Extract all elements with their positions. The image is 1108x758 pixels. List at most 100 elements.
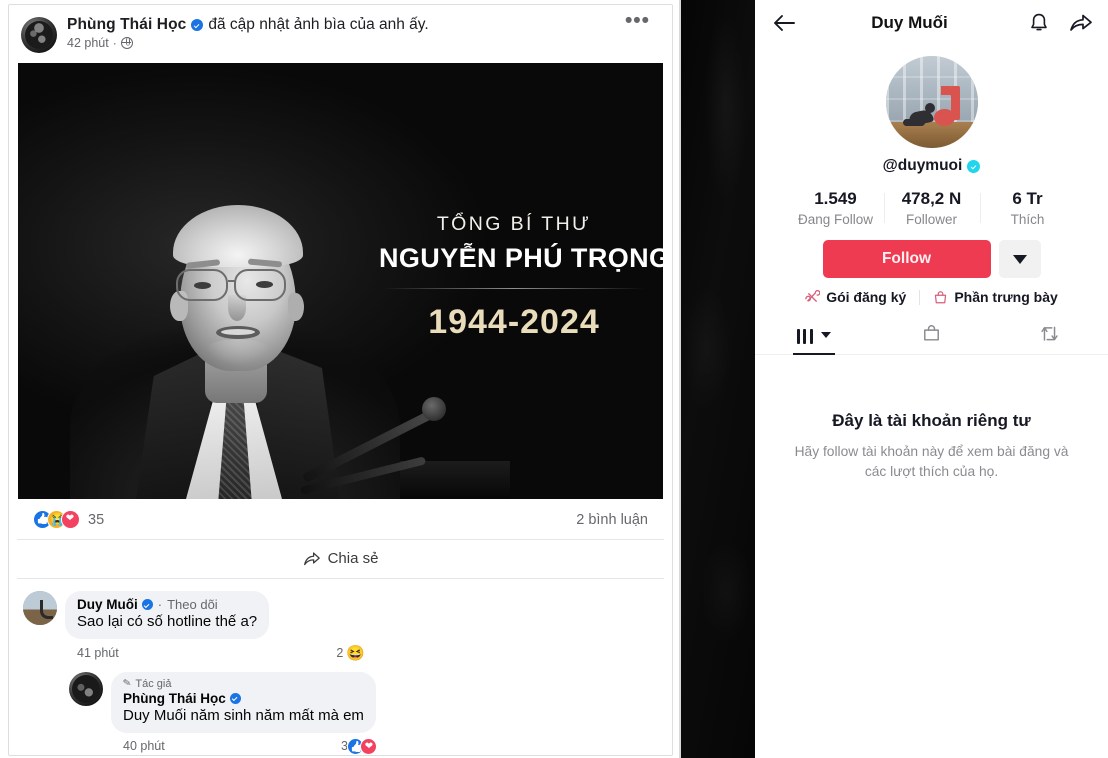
comment-author-line: Duy Muối · Theo dõi — [77, 597, 257, 612]
background-gap-strip — [681, 0, 755, 758]
stat-followers[interactable]: 478,2 N Follower — [883, 189, 980, 227]
memorial-name-line: NGUYỄN PHÚ TRỌNG — [379, 243, 663, 273]
post-more-options-icon[interactable]: ••• — [625, 10, 660, 31]
subscription-link[interactable]: Gói đăng ký — [805, 289, 906, 305]
tiktok-logo-icon — [933, 86, 964, 126]
stat-likes[interactable]: 6 Tr Thích — [979, 189, 1076, 227]
reply-body: ✎ Tác giả Phùng Thái Học Duy Muối năm si… — [111, 671, 377, 755]
portrait-hair — [173, 205, 303, 267]
love-reaction-icon — [360, 737, 377, 755]
reply-author-line: Phùng Thái Học — [123, 691, 364, 706]
comment-text: Sao lại có số hotline thế a? — [77, 613, 258, 630]
post-header: Phùng Thái Học đã cập nhật ảnh bìa của a… — [9, 5, 672, 61]
comment-author-name[interactable]: Duy Muối — [77, 597, 138, 612]
facebook-post-panel: Phùng Thái Học đã cập nhật ảnh bìa của a… — [0, 0, 681, 758]
subscription-icon — [805, 289, 821, 305]
memorial-text-block: TỔNG BÍ THƯ NGUYỄN PHÚ TRỌNG 1944-2024 — [379, 213, 663, 342]
portrait-nose — [228, 295, 246, 321]
share-arrow-icon — [303, 551, 320, 567]
stat-label: Đang Follow — [797, 212, 874, 227]
reply-author-avatar[interactable] — [69, 671, 103, 706]
profile-avatar[interactable] — [885, 56, 978, 148]
profile-actions: Follow — [755, 240, 1108, 278]
share-label: Chia sẻ — [327, 550, 379, 567]
tab-shop[interactable] — [873, 318, 991, 354]
pencil-icon: ✎ — [122, 677, 133, 690]
comments-section: Duy Muối · Theo dõi Sao lại có số hotlin… — [9, 579, 672, 755]
reply-timestamp[interactable]: 40 phút — [123, 739, 165, 753]
reply-author-name[interactable]: Phùng Thái Học — [123, 691, 226, 706]
author-tag: ✎ Tác giả — [122, 677, 364, 690]
verified-badge-icon — [191, 19, 204, 31]
follow-button[interactable]: Follow — [822, 240, 991, 278]
memorial-title-line: TỔNG BÍ THƯ — [436, 213, 592, 235]
portrait-eye-left — [194, 282, 211, 289]
reply-footer: 40 phút 3 — [111, 737, 377, 755]
profile-stats: 1.549 Đang Follow 478,2 N Follower 6 Tr … — [755, 189, 1108, 227]
showcase-link[interactable]: Phần trưng bày — [933, 289, 1058, 305]
verified-badge-icon — [141, 599, 153, 610]
avatar-person — [902, 92, 937, 127]
comment-timestamp[interactable]: 41 phút — [77, 646, 119, 660]
private-account-message: Đây là tài khoản riêng tư Hãy follow tài… — [755, 411, 1108, 482]
reply-reactions[interactable]: 3 — [341, 737, 377, 755]
chevron-down-icon — [821, 331, 832, 338]
stat-value: 1.549 — [814, 189, 857, 208]
more-options-dropdown-button[interactable] — [998, 240, 1041, 278]
stat-following[interactable]: 1.549 Đang Follow — [788, 189, 884, 227]
reactions-row: 35 2 bình luận — [17, 499, 664, 540]
showcase-bag-icon — [933, 290, 948, 305]
facebook-post-card: Phùng Thái Học đã cập nhật ảnh bìa của a… — [8, 4, 673, 756]
portrait-chin — [204, 339, 272, 365]
post-author-name[interactable]: Phùng Thái Học — [67, 16, 186, 34]
stat-value: 6 Tr — [1012, 189, 1043, 208]
comment-author-avatar[interactable] — [23, 591, 57, 625]
memorial-divider — [383, 288, 645, 289]
reply-text: Duy Muối năm sinh năm mất mà em — [123, 706, 364, 724]
portrait-mouth — [216, 326, 260, 339]
share-arrow-icon[interactable] — [1068, 10, 1094, 36]
stat-label: Thích — [1010, 212, 1045, 227]
tiktok-header: Duy Muối — [755, 0, 1108, 46]
author-tag-label: Tác giả — [135, 677, 172, 690]
verified-badge-icon — [229, 692, 241, 704]
reply-bubble: ✎ Tác giả Phùng Thái Học Duy Muối năm si… — [111, 671, 376, 733]
globe-icon — [120, 37, 133, 49]
profile-title: Duy Muối — [871, 13, 948, 32]
screenshot-root: Phùng Thái Học đã cập nhật ảnh bìa của a… — [0, 0, 1108, 758]
profile-tabs — [755, 318, 1108, 355]
bell-icon[interactable] — [1026, 10, 1052, 36]
share-button[interactable]: Chia sẻ — [17, 540, 664, 579]
post-meta-line: 42 phút · — [67, 36, 429, 50]
post-timestamp[interactable]: 42 phút — [67, 36, 109, 50]
comment-body: Duy Muối · Theo dõi Sao lại có số hotlin… — [65, 591, 365, 670]
haha-reaction-icon: 😆 — [346, 644, 365, 662]
comment-follow-link[interactable]: Theo dõi — [167, 597, 218, 612]
shopping-bag-icon — [921, 323, 942, 349]
grid-icon — [796, 328, 817, 344]
post-author-avatar[interactable] — [21, 17, 57, 53]
post-header-text: Phùng Thái Học đã cập nhật ảnh bìa của a… — [67, 15, 429, 50]
comment-bubble: Duy Muối · Theo dõi Sao lại có số hotlin… — [65, 591, 270, 639]
showcase-label: Phần trưng bày — [954, 289, 1058, 305]
reaction-count[interactable]: 35 — [88, 512, 104, 528]
tab-repost[interactable] — [990, 318, 1108, 354]
comments-count-label[interactable]: 2 bình luận — [576, 512, 648, 528]
meta-separator: · — [112, 36, 117, 50]
post-action-text: đã cập nhật ảnh bìa của anh ấy. — [208, 16, 429, 33]
love-reaction-icon — [61, 510, 80, 529]
chevron-down-icon — [1012, 254, 1027, 264]
comment-reactions[interactable]: 2 😆 — [336, 644, 365, 662]
repost-icon — [1039, 323, 1060, 349]
comment-item: Duy Muối · Theo dõi Sao lại có số hotlin… — [23, 591, 658, 670]
stat-value: 478,2 N — [901, 189, 962, 208]
reaction-icons-group[interactable] — [33, 510, 80, 529]
profile-handle-row: @duymuoi — [755, 157, 1108, 175]
tab-videos[interactable] — [755, 318, 873, 355]
tiktok-profile-panel: Duy Muối @duymuoi 1.549 Đang Follow 478,… — [755, 0, 1108, 758]
profile-links-row: Gói đăng ký Phần trưng bày — [755, 289, 1108, 305]
post-image-memorial[interactable]: TỔNG BÍ THƯ NGUYỄN PHÚ TRỌNG 1944-2024 — [18, 63, 663, 499]
comment-reply-item: ✎ Tác giả Phùng Thái Học Duy Muối năm si… — [69, 671, 658, 755]
post-author-line: Phùng Thái Học đã cập nhật ảnh bìa của a… — [67, 16, 429, 34]
verified-badge-icon — [967, 159, 981, 173]
